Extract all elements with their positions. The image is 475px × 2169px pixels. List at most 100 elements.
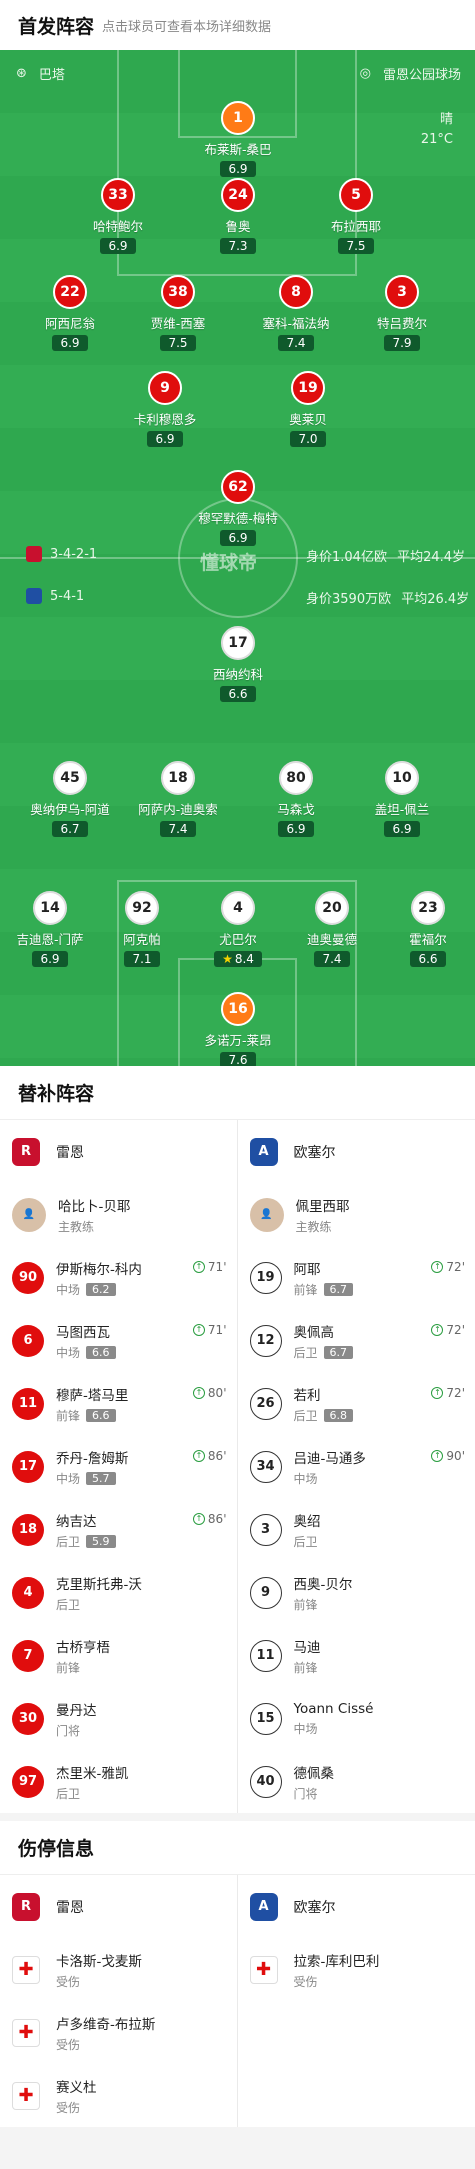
home-sub-row[interactable]: 11 穆萨-塔马里 前锋 6.6 ↑ 80' [0, 1372, 237, 1435]
away-player[interactable]: 16 多诺万-莱昂 7.6 [179, 992, 297, 1066]
player-rating: 6.6 [410, 951, 446, 967]
home-player[interactable]: 22 阿西尼翁 6.9 [11, 275, 129, 351]
away-player[interactable]: 18 阿萨内-迪奥索 7.4 [119, 761, 237, 837]
away-player[interactable]: 80 马森戈 6.9 [237, 761, 355, 837]
home-player[interactable]: 8 塞科-福法纳 7.4 [237, 275, 355, 351]
away-sub-row[interactable]: 34 吕迪-马通多 中场 ↑ 90' [238, 1435, 475, 1498]
player-name: 多诺万-莱昂 [204, 1033, 272, 1048]
home-player[interactable]: 3 特吕费尔 7.9 [343, 275, 461, 351]
sub-position-row: 前锋 6.6 [56, 1407, 128, 1424]
jersey-number: 17 [221, 626, 255, 660]
home-player[interactable]: 33 哈特鲍尔 6.9 [59, 178, 177, 254]
auxerre-logo-icon [26, 588, 42, 604]
player-rating: 6.9 [147, 431, 183, 447]
home-coach-name: 哈比卜-贝耶 [58, 1198, 131, 1215]
sub-position-row: 后卫 6.8 [294, 1407, 354, 1424]
first-aid-icon: ✚ [12, 1955, 40, 1984]
home-sub-row[interactable]: 4 克里斯托弗-沃 后卫 [0, 1561, 237, 1624]
sub-position-row: 门将 [56, 1722, 97, 1739]
sub-player-name: 阿耶 [293, 1261, 321, 1278]
away-injury-row[interactable]: ✚ 拉索-库利巴利 受伤 [238, 1938, 475, 2001]
sub-player-name: 克里斯托弗-沃 [56, 1576, 142, 1593]
sub-position: 中场 [293, 1471, 318, 1486]
home-team-row[interactable]: R 雷恩 [0, 1120, 237, 1183]
home-formation: 3-4-2-1 [26, 546, 97, 562]
jersey-number: 8 [279, 275, 313, 309]
sub-in-time-text: 71' [207, 1323, 227, 1337]
away-sub-row[interactable]: 26 若利 后卫 6.8 ↑ 72' [238, 1372, 475, 1435]
sub-in-time-text: 80' [207, 1386, 227, 1400]
home-team-row[interactable]: R 雷恩 [0, 1875, 237, 1938]
jersey-number: 4 [12, 1576, 44, 1609]
injury-status: 受伤 [56, 2037, 81, 2052]
rating-value: 7.4 [322, 952, 342, 966]
jersey-number: 3 [385, 275, 419, 309]
home-player[interactable]: 5 布拉西耶 7.5 [297, 178, 415, 254]
away-sub-row[interactable]: 9 西奥-贝尔 前锋 [238, 1561, 475, 1624]
sub-position: 后卫 [56, 1786, 81, 1801]
home-sub-row[interactable]: 90 伊斯梅尔-科内 中场 6.2 ↑ 71' [0, 1246, 237, 1309]
home-player[interactable]: 19 奥莱贝 7.0 [249, 371, 367, 447]
sub-in-time: ↑ 71' [192, 1323, 227, 1337]
jersey-number: 19 [249, 1261, 282, 1294]
sub-in-icon: ↑ [431, 1261, 444, 1273]
away-sub-row[interactable]: 11 马迪 前锋 [238, 1624, 475, 1687]
home-player[interactable]: 9 卡利穆恩多 6.9 [106, 371, 224, 447]
away-sub-row[interactable]: 15 Yoann Cissé 中场 [238, 1687, 475, 1750]
injuries-section: 伤停信息 R 雷恩 ✚ 卡洛斯-戈麦斯 受伤 ✚ 卢多维奇-布拉斯 受伤 ✚ 赛义杜 受伤 A … [0, 1821, 475, 2127]
home-coach-row[interactable]: 👤 哈比卜-贝耶 主教练 [0, 1183, 237, 1246]
home-sub-row[interactable]: 97 杰里米-雅凯 后卫 [0, 1750, 237, 1813]
home-injury-row[interactable]: ✚ 卡洛斯-戈麦斯 受伤 [0, 1938, 237, 2001]
sub-player-name: 马图西瓦 [56, 1324, 110, 1341]
auxerre-logo-icon: A [249, 1892, 278, 1921]
away-player[interactable]: 17 西纳约科 6.6 [179, 626, 297, 702]
rating-value: 6.9 [108, 239, 128, 253]
away-player[interactable]: 23 霍福尔 6.6 [369, 891, 475, 967]
away-sub-row[interactable]: 40 德佩桑 门将 [238, 1750, 475, 1813]
sub-in-time: ↑ 72' [431, 1260, 465, 1274]
away-team-name: 欧塞尔 [293, 1899, 336, 1916]
sub-player-name: 古桥亨梧 [56, 1639, 110, 1656]
auxerre-logo-icon: A [249, 1137, 278, 1166]
home-player[interactable]: 38 贾维-西塞 7.5 [119, 275, 237, 351]
sub-position: 前锋 [293, 1660, 318, 1675]
away-avg-age: 平均26.4岁 [401, 592, 470, 607]
lineup-subtitle: 点击球员可查看本场详细数据 [102, 19, 272, 35]
home-sub-row[interactable]: 7 古桥亨梧 前锋 [0, 1624, 237, 1687]
rennes-logo-icon: R [12, 1892, 40, 1921]
jersey-number: 26 [249, 1387, 282, 1420]
home-player[interactable]: 1 布莱斯-桑巴 6.9 [179, 101, 297, 177]
away-player[interactable]: 45 奥纳伊乌-阿道 6.7 [11, 761, 129, 837]
home-formation-text: 3-4-2-1 [50, 546, 98, 562]
sub-in-time: ↑ 86' [192, 1449, 227, 1463]
sub-in-icon: ↑ [431, 1324, 444, 1336]
away-sub-row[interactable]: 3 奥绍 后卫 [238, 1498, 475, 1561]
sub-in-time: ↑ 72' [431, 1386, 465, 1400]
sub-position: 后卫 [293, 1408, 318, 1423]
home-sub-row[interactable]: 18 纳吉达 后卫 5.9 ↑ 86' [0, 1498, 237, 1561]
home-sub-row[interactable]: 30 曼丹达 门将 [0, 1687, 237, 1750]
away-team-row[interactable]: A 欧塞尔 [238, 1875, 475, 1938]
sub-in-icon: ↑ [192, 1513, 205, 1525]
substitutes-section: 替补阵容 R 雷恩 👤 哈比卜-贝耶 主教练 90 伊斯梅尔-科内 中场 6.2 ↑ 71… [0, 1066, 475, 1813]
rating-value: 8.4 [234, 952, 254, 966]
sub-in-time-text: 90' [446, 1449, 465, 1463]
home-injury-row[interactable]: ✚ 赛义杜 受伤 [0, 2064, 237, 2127]
home-injury-row[interactable]: ✚ 卢多维奇-布拉斯 受伤 [0, 2001, 237, 2064]
home-player[interactable]: 62 穆罕默德-梅特 6.9 [179, 470, 297, 546]
jersey-number: 40 [249, 1765, 282, 1798]
away-sub-row[interactable]: 12 奥佩高 后卫 6.7 ↑ 72' [238, 1309, 475, 1372]
away-player[interactable]: 10 盖坦-佩兰 6.9 [343, 761, 461, 837]
home-value: 身价1.04亿欧 [306, 550, 387, 565]
away-coach-row[interactable]: 👤 佩里西耶 主教练 [238, 1183, 475, 1246]
home-sub-row[interactable]: 6 马图西瓦 中场 6.6 ↑ 71' [0, 1309, 237, 1372]
rating-value: 6.9 [392, 822, 412, 836]
player-name: 布莱斯-桑巴 [204, 142, 272, 157]
away-sub-row[interactable]: 19 阿耶 前锋 6.7 ↑ 72' [238, 1246, 475, 1309]
away-team-row[interactable]: A 欧塞尔 [238, 1120, 475, 1183]
home-value-info: 身价1.04亿欧 平均24.4岁 [306, 546, 465, 565]
home-sub-row[interactable]: 17 乔丹-詹姆斯 中场 5.7 ↑ 86' [0, 1435, 237, 1498]
home-player[interactable]: 24 鲁奥 7.3 [179, 178, 297, 254]
jersey-number: 3 [249, 1513, 282, 1546]
jersey-number: 14 [33, 891, 67, 925]
